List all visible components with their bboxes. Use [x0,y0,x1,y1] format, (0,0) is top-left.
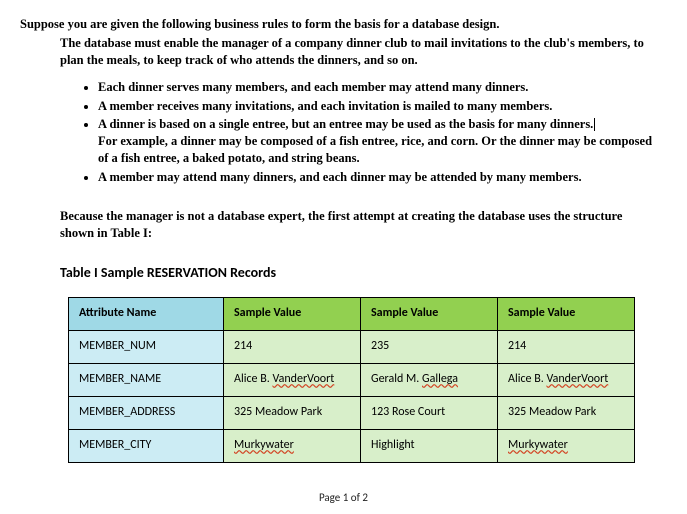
header-sample-value-2: Sample Value [361,297,498,330]
rule-item-continuation: For example, a dinner may be composed of… [98,133,657,167]
rules-list: Each dinner serves many members, and eac… [20,79,657,186]
heading-sub: The database must enable the manager of … [60,35,657,69]
table-row: MEMBER_CITY Murkywater Highlight Murkywa… [69,429,635,462]
heading-block: Suppose you are given the following busi… [20,16,657,69]
cell-sample-value: 325 Meadow Park [498,396,635,429]
cell-sample-value: Murkywater [224,429,361,462]
explanation-paragraph: Because the manager is not a database ex… [60,208,640,242]
header-attribute-name: Attribute Name [69,297,224,330]
header-sample-value-3: Sample Value [498,297,635,330]
heading-main: Suppose you are given the following busi… [20,16,657,33]
cell-sample-value: 214 [224,330,361,363]
header-sample-value-1: Sample Value [224,297,361,330]
cell-attr: MEMBER_CITY [69,429,224,462]
table-title: Table I Sample RESERVATION Records [60,264,657,283]
rule-item: Each dinner serves many members, and eac… [98,79,657,96]
rule-item: A dinner is based on a single entree, bu… [98,116,657,167]
cell-sample-value: Highlight [361,429,498,462]
cell-sample-value: 325 Meadow Park [224,396,361,429]
cell-sample-value: 123 Rose Court [361,396,498,429]
reservation-table: Attribute Name Sample Value Sample Value… [68,297,635,463]
table-row: MEMBER_ADDRESS 325 Meadow Park 123 Rose … [69,396,635,429]
rule-item: A member receives many invitations, and … [98,98,657,115]
cell-attr: MEMBER_ADDRESS [69,396,224,429]
cell-sample-value: Alice B. VanderVoort [498,363,635,396]
cell-sample-value: Murkywater [498,429,635,462]
table-row: MEMBER_NAME Alice B. VanderVoort Gerald … [69,363,635,396]
cell-attr: MEMBER_NUM [69,330,224,363]
page: Suppose you are given the following busi… [0,0,687,463]
table-row: MEMBER_NUM 214 235 214 [69,330,635,363]
cell-sample-value: 235 [361,330,498,363]
cell-sample-value: 214 [498,330,635,363]
text-cursor [594,118,595,131]
rule-item: A member may attend many dinners, and ea… [98,169,657,186]
cell-sample-value: Gerald M. Gallega [361,363,498,396]
rule-item-text: A dinner is based on a single entree, bu… [98,117,593,131]
cell-attr: MEMBER_NAME [69,363,224,396]
table-header-row: Attribute Name Sample Value Sample Value… [69,297,635,330]
cell-sample-value: Alice B. VanderVoort [224,363,361,396]
page-footer: Page 1 of 2 [0,491,687,506]
